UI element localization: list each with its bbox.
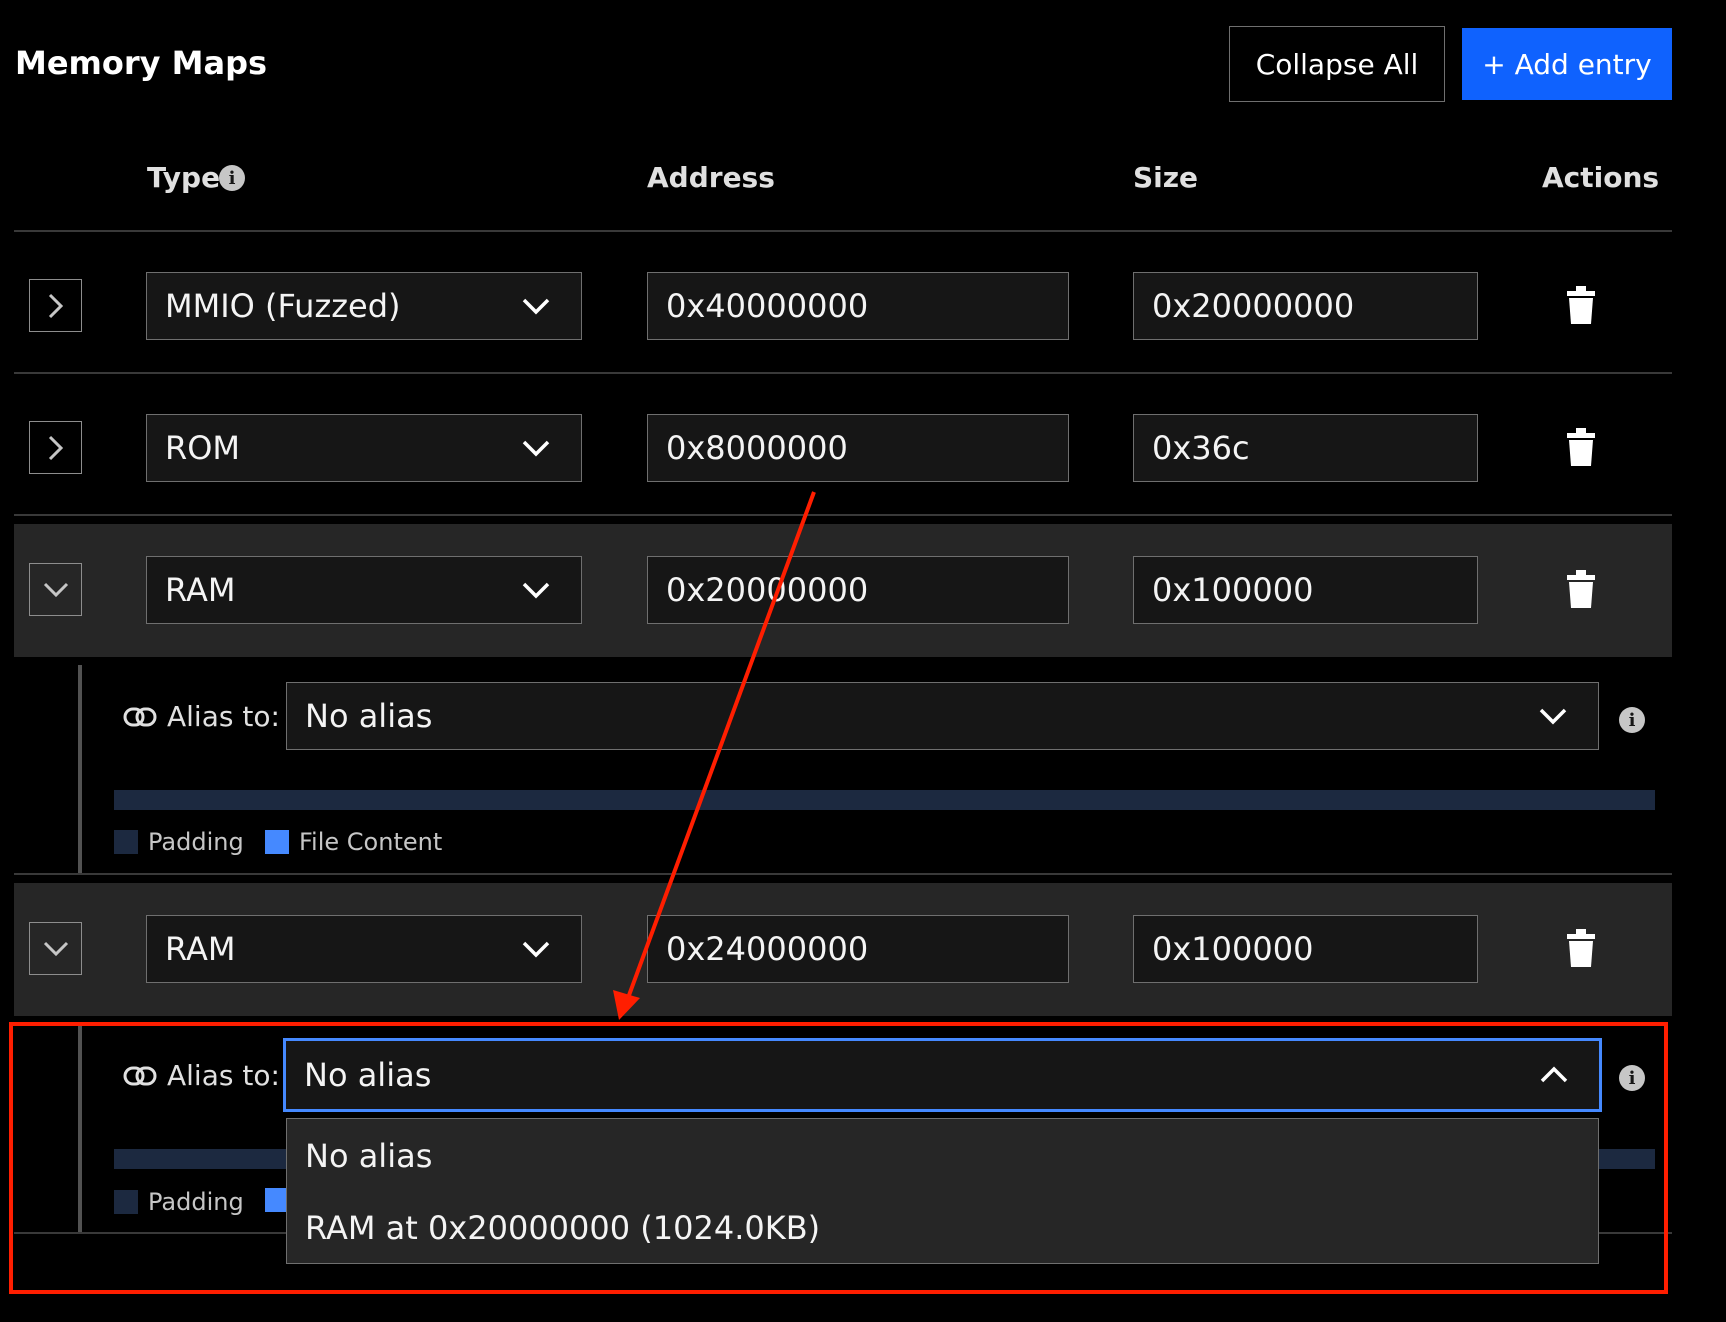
annotation-arrow xyxy=(613,491,816,1020)
annotation-arrow-head xyxy=(613,990,640,1020)
annotation-arrow-line xyxy=(626,491,816,999)
